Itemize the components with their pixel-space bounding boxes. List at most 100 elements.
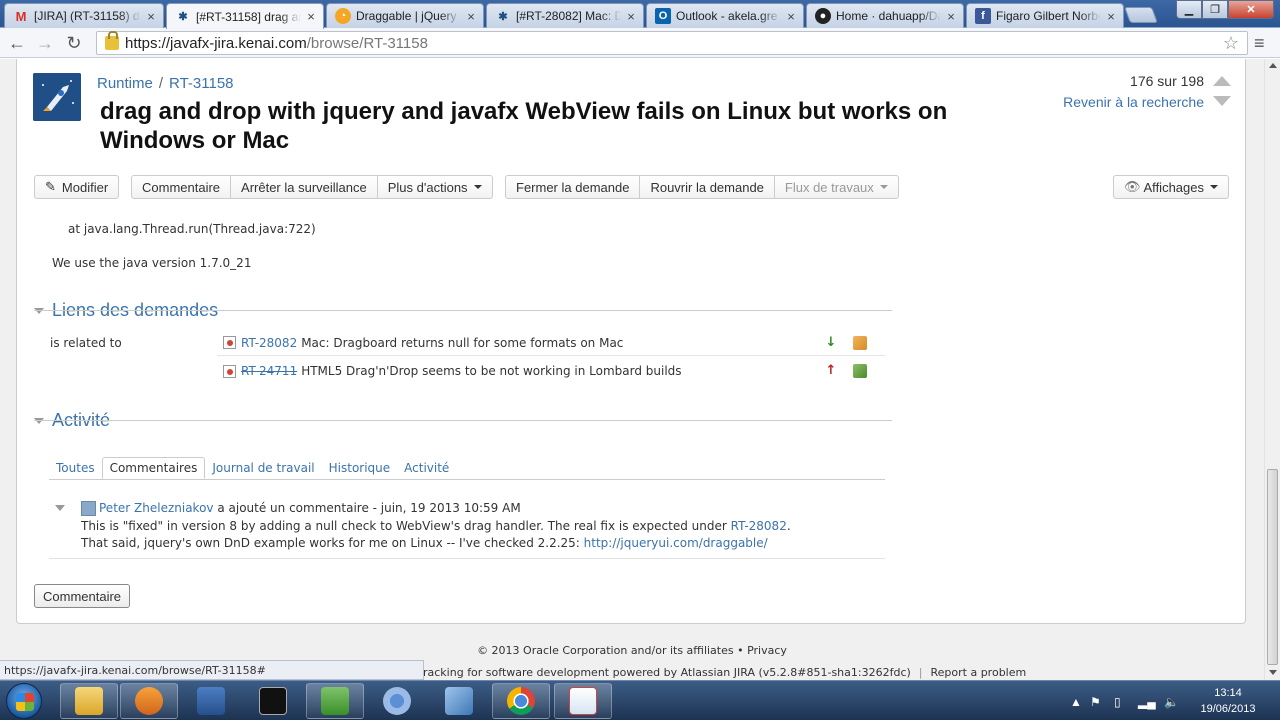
comment-meta: a ajouté un commentaire - juin, 19 2013 … [217,501,521,515]
linked-issue-key[interactable]: RT-24711 [241,364,297,378]
comment-body: This is "fixed" in version 8 by adding a… [81,518,791,552]
taskbar-chrome[interactable] [492,683,550,719]
close-tab-icon[interactable]: × [1105,9,1117,24]
copyright-text: © 2013 Oracle Corporation and/or its aff… [477,644,734,657]
linked-issue-key[interactable]: RT-28082 [241,336,297,350]
tab-comments[interactable]: Commentaires [101,457,206,479]
new-tab-button[interactable] [1124,7,1158,23]
report-problem-link[interactable]: Report a problem [931,666,1027,679]
close-tab-icon[interactable]: × [785,9,797,24]
avatar [81,501,96,516]
previous-issue-arrow-icon[interactable] [1213,76,1231,86]
reload-icon[interactable]: ↻ [63,32,85,54]
comment-text-line2: That said, jquery's own DnD example work… [81,536,584,550]
close-tab-icon[interactable]: × [145,9,157,24]
tab-jira-rt31158[interactable]: ✱ [#RT-31158] drag ar × [166,3,324,29]
tab-history[interactable]: Historique [322,457,398,479]
taskbar-java[interactable] [554,683,612,719]
scroll-down-arrow-icon[interactable] [1269,670,1277,675]
linked-issue-summary: HTML5 Drag'n'Drop seems to be not workin… [301,364,682,378]
views-button[interactable]: 👁 Affichages [1114,176,1228,198]
bookmark-star-icon[interactable]: ☆ [1223,33,1239,54]
comment-button[interactable]: Commentaire [132,176,232,198]
status-in-progress-icon [853,336,867,350]
vertical-scrollbar[interactable] [1264,59,1280,681]
tab-github[interactable]: ● Home · dahuapp/Da × [806,3,964,28]
taskbar-download-tool[interactable] [306,683,364,719]
return-to-search-link[interactable]: Revenir à la recherche [1057,94,1204,110]
breadcrumb-project-link[interactable]: Runtime [97,75,153,92]
comment-author-link[interactable]: Peter Zhelezniakov [99,501,214,515]
more-actions-button[interactable]: Plus d'actions [378,176,492,198]
footer-powered-by: racking for software development powered… [423,666,1027,679]
tab-all[interactable]: Toutes [49,457,102,479]
scroll-thumb[interactable] [1267,469,1278,665]
comment-header: Peter Zhelezniakov a ajouté un commentai… [99,500,521,517]
link-relation-label: is related to [50,336,122,350]
comment-issue-link[interactable]: RT-28082 [731,519,787,533]
close-window-button[interactable]: ✕ [1228,0,1274,19]
scroll-up-arrow-icon[interactable] [1269,63,1277,68]
edit-button-label: Modifier [61,179,109,195]
network-signal-icon[interactable]: ▂▄ [1138,695,1156,709]
start-button[interactable] [6,683,42,719]
comment-text-period: . [786,519,791,533]
taskbar-explorer[interactable] [60,683,118,719]
flag-icon[interactable]: ⚑ [1090,695,1101,709]
taskbar-chromium[interactable] [368,683,426,719]
tab-title: Outlook - akela.gre [676,9,778,23]
url-path: /browse/RT-31158 [306,34,428,52]
clock-time: 13:14 [1214,687,1242,699]
tab-jira-rt28082[interactable]: ✱ [#RT-28082] Mac: D × [486,3,644,28]
tab-work-log[interactable]: Journal de travail [205,457,321,479]
operations-button-group: Commentaire Arrêter la surveillance Plus… [131,175,493,199]
taskbar-command-prompt[interactable] [244,683,302,719]
comment-url-link[interactable]: http://jqueryui.com/draggable/ [584,536,768,550]
taskbar-media-player[interactable] [120,683,178,719]
breadcrumb: Runtime / RT-31158 [97,75,234,92]
tab-title: Figaro Gilbert Norbe [996,9,1101,23]
tab-jquery[interactable]: ◔ Draggable | jQuery U × [326,3,484,28]
browser-toolbar: ← → ↻ https://javafx-jira.kenai.com/brow… [0,28,1280,58]
close-tab-icon[interactable]: × [625,9,637,24]
breadcrumb-issue-key-link[interactable]: RT-31158 [169,75,234,92]
page-viewport: Runtime / RT-31158 drag and drop with jque… [0,59,1264,681]
tab-title: [#RT-31158] drag ar [196,9,301,24]
close-issue-button[interactable]: Fermer la demande [506,176,641,198]
reopen-issue-button[interactable]: Rouvrir la demande [640,176,775,198]
back-arrow-icon[interactable]: ← [6,32,28,54]
folder-icon [75,687,103,715]
tab-facebook[interactable]: f Figaro Gilbert Norbe × [966,3,1124,28]
show-hidden-icons-icon[interactable]: ▲ [1070,695,1082,709]
minimize-window-button[interactable]: ▁ [1176,0,1202,19]
tab-title: [#RT-28082] Mac: D [516,9,621,23]
add-comment-button[interactable]: Commentaire [34,584,131,608]
project-logo [33,73,81,121]
collapse-comment-icon[interactable] [55,505,65,511]
edit-button[interactable]: ✎ Modifier [35,176,118,198]
clock[interactable]: 13:14 19/06/2013 [1190,685,1266,717]
restore-window-button[interactable]: ❐ [1202,0,1228,19]
tab-outlook[interactable]: O Outlook - akela.gre × [646,3,804,28]
battery-icon[interactable]: ▯ [1114,695,1121,709]
stop-watching-button[interactable]: Arrêter la surveillance [231,176,378,198]
outlook-icon: O [655,8,671,24]
volume-icon[interactable]: 🔈 [1164,695,1179,709]
tab-activity[interactable]: Activité [397,457,456,479]
issue-title: drag and drop with jquery and javafx Web… [100,98,948,154]
chrome-menu-icon[interactable]: ≡ [1254,33,1265,54]
status-resolved-icon [853,364,867,378]
privacy-link[interactable]: Privacy [747,644,787,657]
address-bar[interactable]: https://javafx-jira.kenai.com/browse/RT-… [96,31,1248,55]
close-tab-icon[interactable]: × [305,9,317,24]
taskbar-virtualbox[interactable] [430,683,488,719]
next-issue-arrow-icon[interactable] [1213,96,1231,106]
tab-gmail[interactable]: M [JIRA] (RT-31158) dr × [4,3,164,28]
github-icon: ● [815,8,831,24]
workflow-button[interactable]: Flux de travaux [775,176,898,198]
footer-copyright: © 2013 Oracle Corporation and/or its aff… [477,644,787,657]
close-tab-icon[interactable]: × [945,9,957,24]
close-tab-icon[interactable]: × [465,9,477,24]
forward-arrow-icon[interactable]: → [34,32,56,54]
taskbar-network-tool[interactable] [182,683,240,719]
